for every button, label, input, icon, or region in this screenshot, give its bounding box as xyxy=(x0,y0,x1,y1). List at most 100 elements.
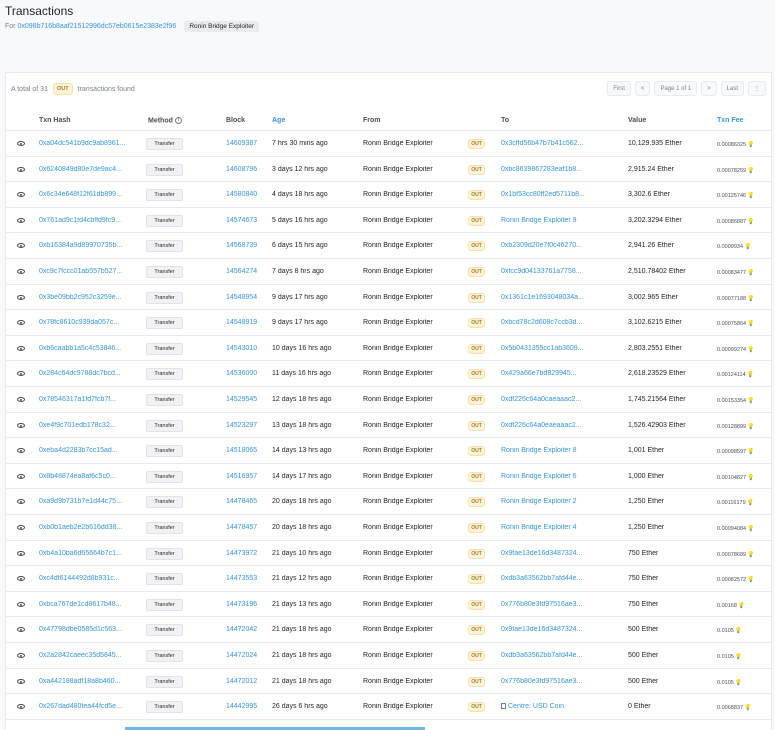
block-link[interactable]: 14473972 xyxy=(226,550,257,557)
txn-hash-link[interactable]: 0x284c64dc9788dc7bcd... xyxy=(39,370,139,377)
to-address-link[interactable]: 0x776b80e3fd97516ae3... xyxy=(501,678,621,685)
txn-hash-link[interactable]: 0x6c34e648f12f61db899... xyxy=(39,191,139,198)
txn-hash-link[interactable]: 0x47798dbe0585d1c563... xyxy=(39,626,139,633)
lightbulb-icon[interactable]: 💡 xyxy=(735,680,742,686)
lightbulb-icon[interactable]: 💡 xyxy=(747,577,754,583)
block-link[interactable]: 14478465 xyxy=(226,498,257,505)
block-link[interactable]: 14529545 xyxy=(226,396,257,403)
info-icon[interactable]: i xyxy=(174,117,182,124)
txn-hash-link[interactable]: 0xc4df6144492d8b931c... xyxy=(39,575,139,582)
address-link[interactable]: 0x098b716b8aaf21512996dc57eb0615e2383e2f… xyxy=(18,23,177,30)
txn-hash-link[interactable]: 0xb16384a9d89970735b... xyxy=(39,242,139,249)
to-address-link[interactable]: 0x429a66e7bd829945... xyxy=(501,370,621,377)
block-link[interactable]: 14472042 xyxy=(226,626,257,633)
more-options-icon[interactable]: ⋮ xyxy=(748,81,766,96)
txn-hash-link[interactable]: 0x761ad9c1fd4cbffd9fc9... xyxy=(39,217,139,224)
txn-hash-link[interactable]: 0xa9d9b731b7e1d44c75... xyxy=(39,498,139,505)
col-txn-fee[interactable]: Txn Fee xyxy=(717,117,743,124)
block-link[interactable]: 14442995 xyxy=(226,703,257,710)
block-link[interactable]: 14564274 xyxy=(226,268,257,275)
txn-hash-link[interactable]: 0xb4a10ba6d65664b7c1... xyxy=(39,550,139,557)
eye-icon[interactable] xyxy=(17,499,25,505)
lightbulb-icon[interactable]: 💡 xyxy=(747,193,754,199)
txn-hash-link[interactable]: 0xc9c7fccc01ab557b527... xyxy=(39,268,139,275)
to-address-link[interactable]: Ronin Bridge Exploiter 8 xyxy=(501,447,621,454)
to-address-link[interactable]: Ronin Bridge Exploiter 9 xyxy=(501,217,621,224)
to-address-link[interactable]: Ronin Bridge Exploiter 2 xyxy=(501,498,621,505)
lightbulb-icon[interactable]: 💡 xyxy=(747,424,754,430)
txn-hash-link[interactable]: 0xb6caabb1a5c4c53846... xyxy=(39,345,139,352)
lightbulb-icon[interactable]: 💡 xyxy=(747,526,754,532)
eye-icon[interactable] xyxy=(17,345,25,351)
to-address-link[interactable]: 0xbcd78c2d608c7ccb3d... xyxy=(501,319,621,326)
lightbulb-icon[interactable]: 💡 xyxy=(747,347,754,353)
block-link[interactable]: 14543010 xyxy=(226,345,257,352)
block-link[interactable]: 14548919 xyxy=(226,319,257,326)
to-address-link[interactable]: 0xbc8639867283eaf1b8... xyxy=(501,166,621,173)
lightbulb-icon[interactable]: 💡 xyxy=(738,603,745,609)
to-address-link[interactable]: Ronin Bridge Exploiter 4 xyxy=(501,524,621,531)
to-address-link[interactable]: 0xdb3a63562bb7afd44e... xyxy=(501,652,621,659)
eye-icon[interactable] xyxy=(17,473,25,479)
lightbulb-icon[interactable]: 💡 xyxy=(747,475,754,481)
to-address-link[interactable]: Centre: USD Coin xyxy=(501,703,621,710)
block-link[interactable]: 14609387 xyxy=(226,140,257,147)
lightbulb-icon[interactable]: 💡 xyxy=(747,219,754,225)
prev-page-button[interactable]: < xyxy=(634,81,651,96)
to-address-link[interactable]: 0xdf226c64a0eaeaaac2... xyxy=(501,422,621,429)
eye-icon[interactable] xyxy=(17,422,25,428)
to-address-link[interactable]: 0x776b80e3fd97516ae3... xyxy=(501,601,621,608)
to-address-link[interactable]: 0xdb3a63562bb7afd44e... xyxy=(501,575,621,582)
lightbulb-icon[interactable]: 💡 xyxy=(744,705,751,711)
to-address-link[interactable]: 0x1361c1e1693048034a... xyxy=(501,294,621,301)
block-link[interactable]: 14574673 xyxy=(226,217,257,224)
txn-hash-link[interactable]: 0x8b48874ea8af6c5c0... xyxy=(39,473,139,480)
block-link[interactable]: 14473553 xyxy=(226,575,257,582)
block-link[interactable]: 14518065 xyxy=(226,447,257,454)
txn-hash-link[interactable]: 0xbca767de1cd8617b48... xyxy=(39,601,139,608)
eye-icon[interactable] xyxy=(17,269,25,274)
block-link[interactable]: 14536000 xyxy=(226,370,257,377)
txn-hash-link[interactable]: 0xe4f9c701edb178c32... xyxy=(39,422,139,429)
lightbulb-icon[interactable]: 💡 xyxy=(747,296,754,302)
txn-hash-link[interactable]: 0x3be09bb2c952c3259e... xyxy=(39,294,139,301)
lightbulb-icon[interactable]: 💡 xyxy=(747,398,754,404)
eye-icon[interactable] xyxy=(17,627,25,633)
block-link[interactable]: 14608796 xyxy=(226,166,257,173)
eye-icon[interactable] xyxy=(17,192,25,198)
lightbulb-icon[interactable]: 💡 xyxy=(747,449,754,455)
eye-icon[interactable] xyxy=(17,653,25,658)
to-address-link[interactable]: 0x5b0431355cc1ab3609... xyxy=(501,345,621,352)
eye-icon[interactable] xyxy=(17,141,25,146)
to-address-link[interactable]: 0x1bf53cc80ff2ed5711b8... xyxy=(501,191,621,198)
eye-icon[interactable] xyxy=(17,525,25,530)
eye-icon[interactable] xyxy=(17,217,25,223)
to-address-link[interactable]: 0x9fae13de16d3487324... xyxy=(501,626,621,633)
eye-icon[interactable] xyxy=(17,448,25,454)
eye-icon[interactable] xyxy=(17,243,25,249)
last-page-button[interactable]: Last xyxy=(720,81,744,96)
txn-hash-link[interactable]: 0x78546317a1fd7fcb7f... xyxy=(39,396,139,403)
lightbulb-icon[interactable]: 💡 xyxy=(747,168,754,174)
eye-icon[interactable] xyxy=(17,601,25,607)
to-address-link[interactable]: 0x9fae13de16d3487324... xyxy=(501,550,621,557)
block-link[interactable]: 14472012 xyxy=(226,678,257,685)
eye-icon[interactable] xyxy=(17,550,25,556)
eye-icon[interactable] xyxy=(17,678,25,684)
lightbulb-icon[interactable]: 💡 xyxy=(747,142,754,148)
eye-icon[interactable] xyxy=(17,576,25,582)
lightbulb-icon[interactable]: 💡 xyxy=(747,372,754,378)
txn-hash-link[interactable]: 0xa04dc541b9dc9ab8961... xyxy=(39,140,139,147)
to-address-link[interactable]: 0xb2309d20e7f0c46270... xyxy=(501,242,621,249)
block-link[interactable]: 14580840 xyxy=(226,191,257,198)
lightbulb-icon[interactable]: 💡 xyxy=(735,654,742,660)
txn-hash-link[interactable]: 0xa442188adf18a8b460... xyxy=(39,678,139,685)
lightbulb-icon[interactable]: 💡 xyxy=(747,500,754,506)
block-link[interactable]: 14472024 xyxy=(226,652,257,659)
txn-hash-link[interactable]: 0xeba4d2283b7cc15ad... xyxy=(39,447,139,454)
block-link[interactable]: 14473196 xyxy=(226,601,257,608)
txn-hash-link[interactable]: 0x2a2842caeec35d5845... xyxy=(39,652,139,659)
eye-icon[interactable] xyxy=(17,704,25,710)
to-address-link[interactable]: 0x3cffd56b47b7b41c562... xyxy=(501,140,621,147)
txn-hash-link[interactable]: 0x267dad480fea44fcd5e... xyxy=(39,703,139,710)
